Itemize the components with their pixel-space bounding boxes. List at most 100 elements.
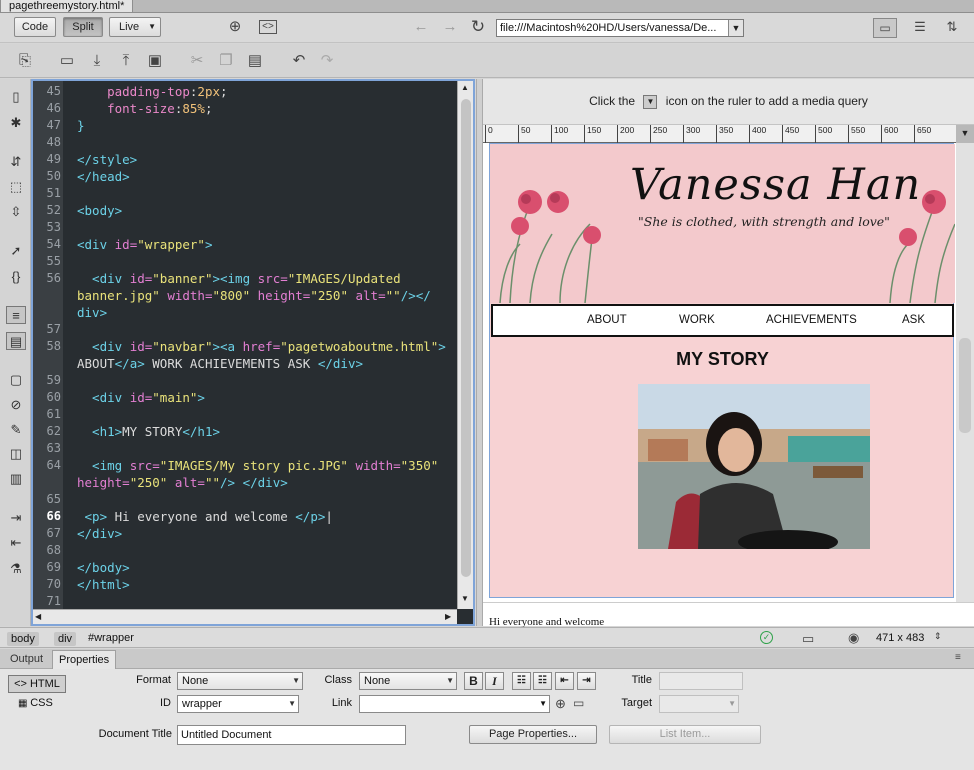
- new-document-icon[interactable]: ⎘: [16, 52, 34, 70]
- indent-code-icon[interactable]: ⇥: [6, 509, 26, 527]
- tab-properties[interactable]: Properties: [52, 650, 117, 669]
- window-size[interactable]: 471 x 483: [876, 632, 924, 644]
- format-source-code-icon[interactable]: ⚗: [6, 560, 26, 578]
- code-line[interactable]: </div>: [77, 525, 122, 542]
- back-arrow-icon[interactable]: ←: [412, 18, 430, 36]
- code-line[interactable]: font-size:85%;: [77, 100, 212, 117]
- download-icon[interactable]: ⤓: [88, 52, 106, 70]
- window-size-dropdown-icon[interactable]: ⇕: [934, 631, 942, 642]
- apply-comment-icon[interactable]: ▢: [6, 371, 26, 389]
- code-line[interactable]: </style>: [77, 151, 137, 168]
- code-line[interactable]: banner.jpg" width="800" height="250" alt…: [77, 287, 431, 304]
- unordered-list-icon[interactable]: ☷: [512, 672, 531, 690]
- live-view-button[interactable]: Live ▼: [109, 17, 161, 37]
- document-tab[interactable]: pagethreemystory.html*: [0, 0, 134, 13]
- point-to-file-icon[interactable]: ⊕: [555, 696, 566, 712]
- html-mode-button[interactable]: <> HTML: [8, 675, 66, 693]
- code-line[interactable]: <div id="banner"><img src="IMAGES/Update…: [77, 270, 401, 287]
- sort-icon[interactable]: ⇅: [940, 18, 964, 36]
- recent-snippets-icon[interactable]: ◫: [6, 445, 26, 463]
- media-query-ruler[interactable]: 0 50 100 150 200 250 300 350 400 450 500 550 600 650: [483, 125, 956, 143]
- preview-browser-icon[interactable]: ◉: [848, 630, 859, 646]
- code-editor[interactable]: 45 46 47 48 49 50 51 52 53 54 55 56 57 58 59 60 61 62 63 64…: [31, 79, 475, 626]
- list-item-button[interactable]: List Item...: [609, 725, 761, 744]
- italic-button[interactable]: I: [485, 672, 504, 690]
- tab-output[interactable]: Output: [4, 650, 49, 669]
- title-field[interactable]: [659, 672, 743, 690]
- code-line[interactable]: </body>: [77, 559, 130, 576]
- scroll-down-icon[interactable]: ▼: [461, 594, 469, 603]
- document-title-field[interactable]: Untitled Document: [177, 725, 406, 745]
- highlight-invalid-code-icon[interactable]: ▤: [6, 332, 26, 350]
- panel-layout-icon[interactable]: ▭: [873, 18, 897, 38]
- panel-menu-icon[interactable]: ≡: [955, 652, 961, 663]
- code-line[interactable]: </html>: [77, 576, 130, 593]
- indent-icon[interactable]: ⇥: [577, 672, 596, 690]
- scroll-left-icon[interactable]: ◀: [35, 612, 41, 621]
- crumb-body[interactable]: body: [7, 632, 39, 646]
- link-field[interactable]: ▼: [359, 695, 550, 713]
- refresh-icon[interactable]: ↻: [469, 18, 487, 36]
- ordered-list-icon[interactable]: ☷: [533, 672, 552, 690]
- copy-icon[interactable]: ❐: [217, 52, 235, 70]
- device-preview-icon[interactable]: ▭: [802, 631, 814, 647]
- code-line[interactable]: <p> Hi everyone and welcome </p>|: [77, 508, 333, 525]
- code-line[interactable]: padding-top:2px;: [77, 83, 227, 100]
- browse-folder-icon[interactable]: ▭: [573, 696, 584, 710]
- split-divider[interactable]: [476, 79, 483, 626]
- scroll-up-icon[interactable]: ▲: [461, 83, 469, 92]
- rendered-wrapper[interactable]: Vanessa Han "She is clothed, with streng…: [489, 143, 955, 598]
- show-code-navigator-icon[interactable]: ✱: [6, 114, 26, 132]
- undo-icon[interactable]: ↶: [290, 52, 308, 70]
- collapse-tag-icon[interactable]: ⇵: [6, 153, 26, 171]
- paste-icon[interactable]: ▤: [246, 52, 264, 70]
- live-vertical-scrollbar[interactable]: [956, 143, 974, 602]
- code-line[interactable]: <div id="navbar"><a href="pagetwoaboutme…: [77, 338, 446, 355]
- code-horizontal-scrollbar[interactable]: ◀ ▶: [33, 609, 457, 624]
- bold-button[interactable]: B: [464, 672, 483, 690]
- code-navigator-icon[interactable]: <>: [259, 20, 277, 34]
- collapse-selection-icon[interactable]: ⬚: [6, 178, 26, 196]
- cut-icon[interactable]: ✂: [188, 52, 206, 70]
- code-line[interactable]: div>: [77, 304, 107, 321]
- target-select[interactable]: ▼: [659, 695, 739, 713]
- open-documents-icon[interactable]: ▯: [6, 88, 26, 106]
- outdent-code-icon[interactable]: ⇤: [6, 534, 26, 552]
- scroll-thumb[interactable]: [461, 99, 471, 577]
- code-view-button[interactable]: Code: [14, 17, 56, 37]
- outdent-icon[interactable]: ⇤: [555, 672, 574, 690]
- balance-braces-icon[interactable]: {}: [6, 268, 26, 286]
- address-field[interactable]: file:///Macintosh%20HD/Users/vanessa/De.…: [496, 19, 744, 37]
- code-line[interactable]: <h1>MY STORY</h1>: [77, 423, 220, 440]
- remove-comment-icon[interactable]: ⊘: [6, 396, 26, 414]
- open-folder-icon[interactable]: ▭: [58, 52, 76, 70]
- code-vertical-scrollbar[interactable]: ▲ ▼: [457, 81, 473, 609]
- add-media-query-icon[interactable]: ▼: [956, 125, 974, 143]
- line-numbers-icon[interactable]: ≡: [6, 306, 26, 324]
- expand-all-icon[interactable]: ⇳: [6, 203, 26, 221]
- wrap-tag-icon[interactable]: ✎: [6, 421, 26, 439]
- crumb-div[interactable]: div: [54, 632, 77, 646]
- live-scroll-thumb[interactable]: [959, 338, 971, 433]
- address-dropdown-icon[interactable]: ▼: [728, 20, 743, 36]
- select-parent-tag-icon[interactable]: ➚: [6, 242, 26, 260]
- code-line[interactable]: ABOUT</a> WORK ACHIEVEMENTS ASK </div>: [77, 355, 363, 372]
- crumb-wrapper[interactable]: #wrapper: [88, 632, 134, 644]
- redo-icon[interactable]: ↷: [318, 52, 336, 70]
- split-view-button[interactable]: Split: [63, 17, 103, 37]
- page-properties-button[interactable]: Page Properties...: [469, 725, 597, 744]
- code-line[interactable]: </head>: [77, 168, 130, 185]
- css-mode-button[interactable]: ▦ CSS: [18, 697, 53, 709]
- class-select[interactable]: None ▼: [359, 672, 457, 690]
- code-line[interactable]: <body>: [77, 202, 122, 219]
- code-line[interactable]: }: [77, 117, 85, 134]
- code-line[interactable]: <div id="main">: [77, 389, 205, 406]
- no-errors-icon[interactable]: ✓: [760, 631, 773, 644]
- scroll-right-icon[interactable]: ▶: [445, 612, 451, 621]
- id-select[interactable]: wrapper ▼: [177, 695, 299, 713]
- inspect-target-icon[interactable]: ⊕: [226, 18, 244, 36]
- upload-icon[interactable]: ⤒: [117, 52, 135, 70]
- format-select[interactable]: None ▼: [177, 672, 303, 690]
- move-css-icon[interactable]: ▥: [6, 470, 26, 488]
- code-line[interactable]: <img src="IMAGES/My story pic.JPG" width…: [77, 457, 438, 474]
